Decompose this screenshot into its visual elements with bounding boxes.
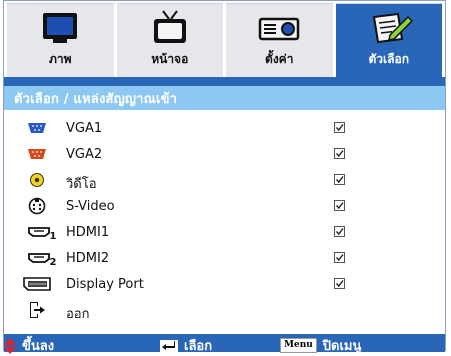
menu-key-icon: Menu xyxy=(280,338,317,353)
video-rca-icon xyxy=(26,171,48,189)
list-item-displayport[interactable]: Display Port xyxy=(4,271,445,297)
list-item-label: ออก xyxy=(66,307,90,322)
list-item-vga1[interactable]: VGA1 xyxy=(4,115,445,141)
projector-icon xyxy=(259,17,300,41)
select-label: เลือก xyxy=(184,339,213,354)
svideo-icon xyxy=(26,197,48,215)
tab-label: ตั้งค่า xyxy=(265,52,294,66)
tab-label: หน้าจอ xyxy=(151,52,189,66)
list-item-label: HDMI1 xyxy=(66,225,110,240)
checkbox[interactable] xyxy=(334,148,345,159)
list-item-video[interactable]: วิดีโอ xyxy=(4,167,445,193)
display-icon xyxy=(43,13,78,43)
osd-menu: ภาพ หน้าจอ ตั้งค่า ตัวเลือก ตัวเลือก / แ… xyxy=(3,0,446,354)
hdmi-subscript: 1 xyxy=(49,230,57,242)
exit-icon xyxy=(26,301,48,319)
list-item-hdmi1[interactable]: 1 HDMI1 xyxy=(4,219,445,245)
bottom-bar: ขึ้นลง เลือก Menu ปิดเมนู xyxy=(4,334,445,354)
tab-image[interactable]: ภาพ xyxy=(7,3,114,77)
enter-key-icon xyxy=(160,339,178,352)
checkbox[interactable] xyxy=(334,174,345,185)
list-item-label: VGA2 xyxy=(66,147,103,162)
list-item-label: HDMI2 xyxy=(66,251,110,266)
checkbox[interactable] xyxy=(334,200,345,211)
tab-options[interactable]: ตัวเลือก xyxy=(335,3,442,77)
select-hint: เลือก xyxy=(160,335,212,356)
hdmi-icon: 1 xyxy=(26,223,58,242)
tab-label: ตัวเลือก xyxy=(368,52,409,66)
tab-underline xyxy=(4,77,445,86)
hdmi-icon: 2 xyxy=(26,249,58,268)
up-down-arrow-icon xyxy=(4,337,16,354)
notepad-pen-icon xyxy=(372,12,413,44)
list-item-label: Display Port xyxy=(66,277,144,292)
list-item-label: S-Video xyxy=(66,199,115,214)
navigate-label: ขึ้นลง xyxy=(22,339,55,354)
source-list: VGA1 VGA2 วิดีโอ S-Video 1 HDMI1 2 HDMI2… xyxy=(4,115,445,323)
checkbox[interactable] xyxy=(334,122,345,133)
tv-icon xyxy=(153,10,186,43)
tab-settings[interactable]: ตั้งค่า xyxy=(226,3,333,77)
checkbox[interactable] xyxy=(334,226,345,237)
list-item-svideo[interactable]: S-Video xyxy=(4,193,445,219)
list-item-hdmi2[interactable]: 2 HDMI2 xyxy=(4,245,445,271)
list-item-vga2[interactable]: VGA2 xyxy=(4,141,445,167)
close-menu-hint: Menu ปิดเมนู xyxy=(280,335,361,356)
close-menu-label: ปิดเมนู xyxy=(322,339,362,354)
displayport-icon xyxy=(22,275,52,293)
navigate-hint: ขึ้นลง xyxy=(4,335,54,356)
checkbox[interactable] xyxy=(334,252,345,263)
tab-screen[interactable]: หน้าจอ xyxy=(116,3,223,77)
hdmi-subscript: 2 xyxy=(49,256,57,268)
list-item-exit[interactable]: ออก xyxy=(4,297,445,323)
tab-label: ภาพ xyxy=(48,52,72,66)
vga-icon xyxy=(26,119,48,137)
tab-bar: ภาพ หน้าจอ ตั้งค่า ตัวเลือก xyxy=(4,1,445,77)
list-item-label: VGA1 xyxy=(66,121,103,136)
vga-icon xyxy=(26,145,48,163)
list-item-label: วิดีโอ xyxy=(66,177,97,192)
page-title: ตัวเลือก / แหล่งสัญญาณเข้า xyxy=(4,86,445,110)
checkbox[interactable] xyxy=(334,278,345,289)
